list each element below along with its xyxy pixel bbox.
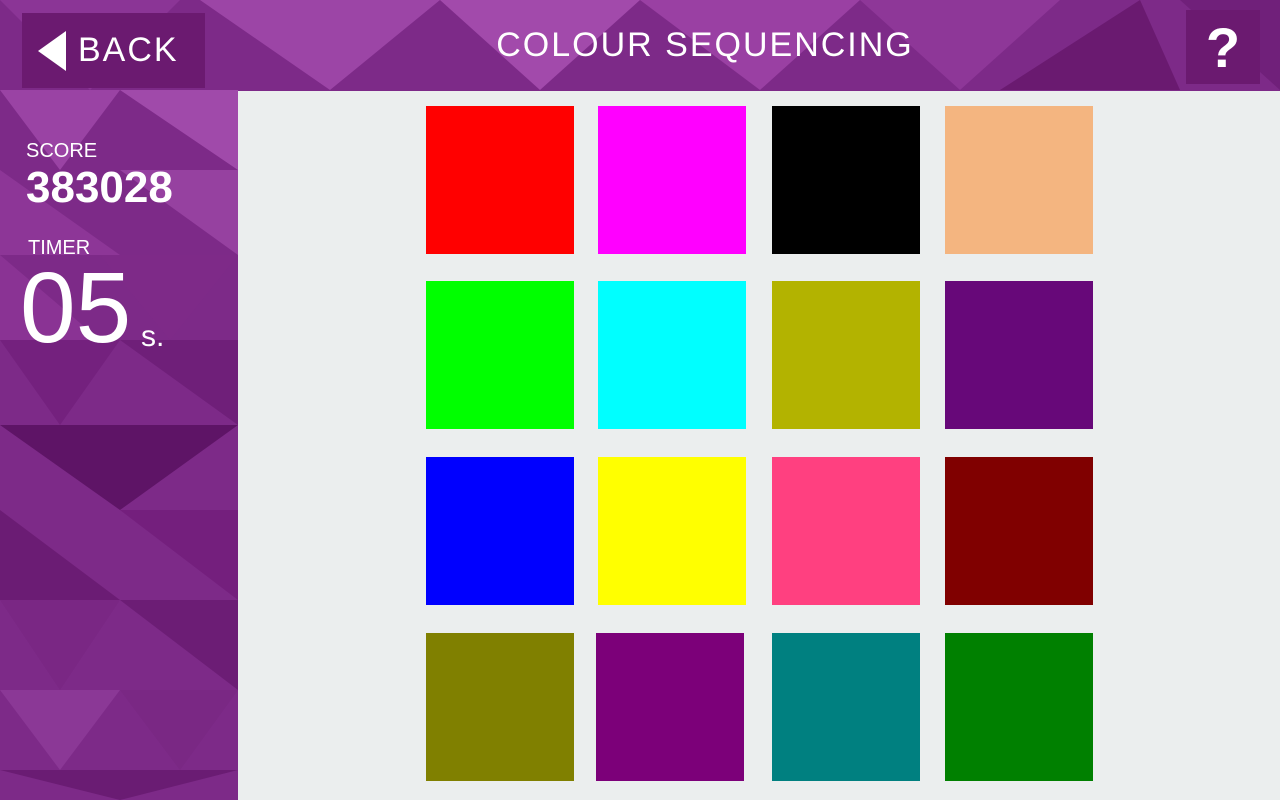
page-title: COLOUR SEQUENCING: [496, 26, 914, 64]
help-icon: ?: [1205, 15, 1241, 79]
color-tile[interactable]: [772, 457, 920, 605]
color-tile[interactable]: [772, 106, 920, 254]
score-value: 383028: [26, 163, 173, 212]
color-tile[interactable]: [945, 633, 1093, 781]
color-tile[interactable]: [772, 281, 920, 429]
color-tile[interactable]: [598, 457, 746, 605]
timer-value: 05: [20, 252, 132, 364]
color-tile[interactable]: [426, 633, 574, 781]
color-board: [238, 91, 1280, 800]
timer-unit: s.: [141, 320, 165, 353]
score-label: SCORE: [26, 140, 98, 162]
color-tile[interactable]: [426, 106, 574, 254]
color-tile[interactable]: [945, 457, 1093, 605]
back-button[interactable]: BACK: [22, 13, 205, 88]
color-tile[interactable]: [596, 633, 744, 781]
back-arrow-icon: [38, 30, 66, 71]
color-tile[interactable]: [426, 281, 574, 429]
color-tile[interactable]: [772, 633, 920, 781]
color-tile[interactable]: [426, 457, 574, 605]
back-button-label: BACK: [78, 31, 179, 69]
color-tile[interactable]: [598, 106, 746, 254]
color-tile[interactable]: [945, 106, 1093, 254]
color-tile[interactable]: [598, 281, 746, 429]
color-tile[interactable]: [945, 281, 1093, 429]
help-button[interactable]: ?: [1186, 10, 1260, 84]
